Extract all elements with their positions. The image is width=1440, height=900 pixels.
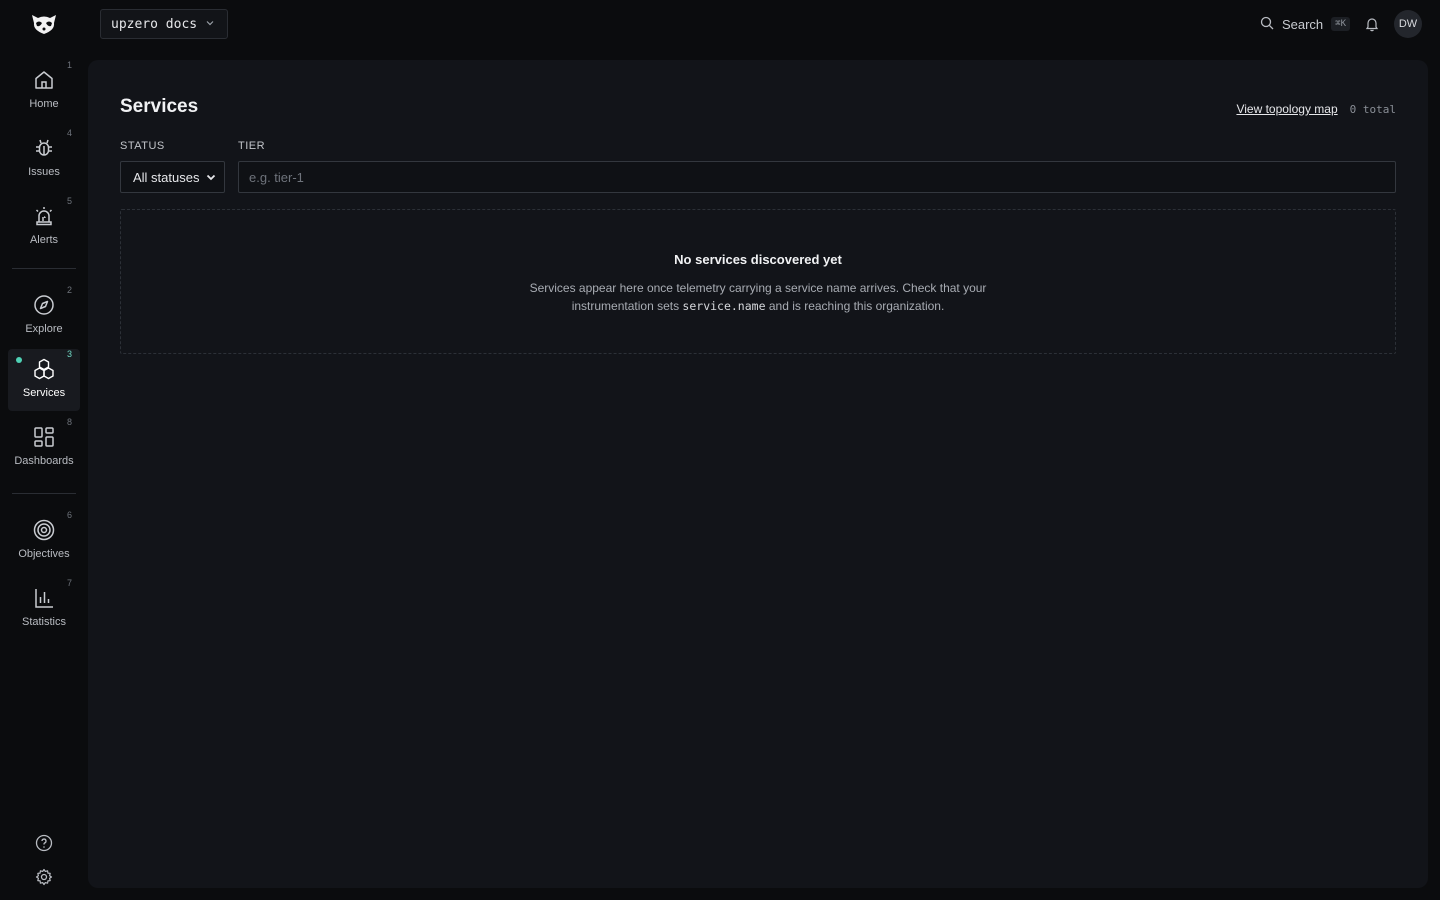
- status-filter-label: STATUS: [120, 140, 165, 152]
- top-bar: upzero docs Search ⌘K DW: [0, 0, 1440, 48]
- sidebar-item-label: Explore: [25, 323, 63, 335]
- avatar[interactable]: DW: [1394, 10, 1422, 38]
- sidebar-divider: [12, 493, 76, 494]
- page-title: Services: [120, 96, 199, 117]
- shortcut-number: 6: [66, 510, 72, 520]
- sidebar-item-label: Services: [22, 387, 66, 399]
- sidebar-item-services[interactable]: 3 Services: [8, 349, 80, 411]
- notifications-bell-icon[interactable]: [1364, 16, 1380, 32]
- sidebar-item-label: Dashboards: [14, 455, 74, 467]
- home-icon: [32, 68, 56, 92]
- shortcut-number: 5: [66, 196, 72, 206]
- tier-filter-label: TIER: [238, 140, 266, 152]
- search-button[interactable]: Search ⌘K: [1260, 16, 1350, 33]
- siren-icon: [32, 204, 56, 228]
- sidebar-item-statistics[interactable]: 7 Statistics: [8, 578, 80, 640]
- sidebar-divider: [12, 268, 76, 269]
- sidebar-item-alerts[interactable]: 5 Alerts: [8, 196, 80, 258]
- settings-button[interactable]: [32, 867, 56, 891]
- sidebar-item-label: Issues: [28, 166, 60, 178]
- services-panel: Services View topology map 0 total STATU…: [88, 60, 1428, 888]
- search-icon: [1260, 16, 1274, 33]
- empty-state: No services discovered yet Services appe…: [120, 209, 1396, 354]
- header-actions: View topology map 0 total: [1236, 102, 1396, 116]
- chevron-down-icon: [206, 172, 216, 182]
- shortcut-number: 4: [66, 128, 72, 138]
- org-switcher[interactable]: upzero docs: [100, 9, 228, 39]
- sidebar-item-home[interactable]: 1 Home: [8, 60, 80, 122]
- sidebar-item-objectives[interactable]: 6 Objectives: [8, 510, 80, 572]
- search-label: Search: [1281, 16, 1324, 32]
- compass-icon: [32, 293, 56, 317]
- bar-chart-icon: [32, 586, 56, 610]
- cubes-icon: [32, 357, 56, 381]
- bug-icon: [32, 136, 56, 160]
- status-select-value: All statuses: [133, 169, 200, 185]
- empty-desc-text-end: and is reaching this organization.: [765, 299, 945, 313]
- service-name-code: service.name: [682, 299, 766, 313]
- empty-state-description: Services appear here once telemetry carr…: [523, 279, 993, 315]
- search-shortcut: ⌘K: [1331, 17, 1350, 31]
- shortcut-number: 2: [66, 285, 72, 295]
- help-icon: [35, 834, 53, 857]
- sidebar-item-label: Alerts: [29, 234, 59, 246]
- status-select[interactable]: All statuses: [120, 161, 225, 193]
- chevron-down-icon: [205, 18, 215, 31]
- tier-filter-input[interactable]: [238, 161, 1396, 193]
- sidebar-item-label: Statistics: [21, 616, 66, 628]
- shortcut-number: 3: [66, 349, 72, 359]
- grid-icon: [32, 425, 56, 449]
- shortcut-number: 8: [66, 417, 72, 427]
- sidebar-item-label: Objectives: [18, 548, 70, 560]
- shortcut-number: 7: [66, 578, 72, 588]
- org-name: upzero docs: [111, 16, 198, 32]
- settings-icon: [35, 868, 53, 891]
- services-total-count: 0 total: [1349, 103, 1396, 116]
- shortcut-number: 1: [66, 60, 72, 70]
- sidebar: 1 Home 4 Issues 5 Alerts 2 Explore 3 Ser…: [0, 48, 88, 900]
- sidebar-item-explore[interactable]: 2 Explore: [8, 285, 80, 347]
- view-topology-map-link[interactable]: View topology map: [1236, 102, 1337, 116]
- sidebar-item-issues[interactable]: 4 Issues: [8, 128, 80, 190]
- help-button[interactable]: [32, 833, 56, 857]
- logo-icon[interactable]: [28, 10, 60, 38]
- sidebar-item-dashboards[interactable]: 8 Dashboards: [8, 417, 80, 479]
- active-indicator-dot: [16, 357, 22, 363]
- sidebar-item-label: Home: [29, 98, 59, 110]
- target-icon: [32, 518, 56, 542]
- empty-state-title: No services discovered yet: [674, 252, 842, 267]
